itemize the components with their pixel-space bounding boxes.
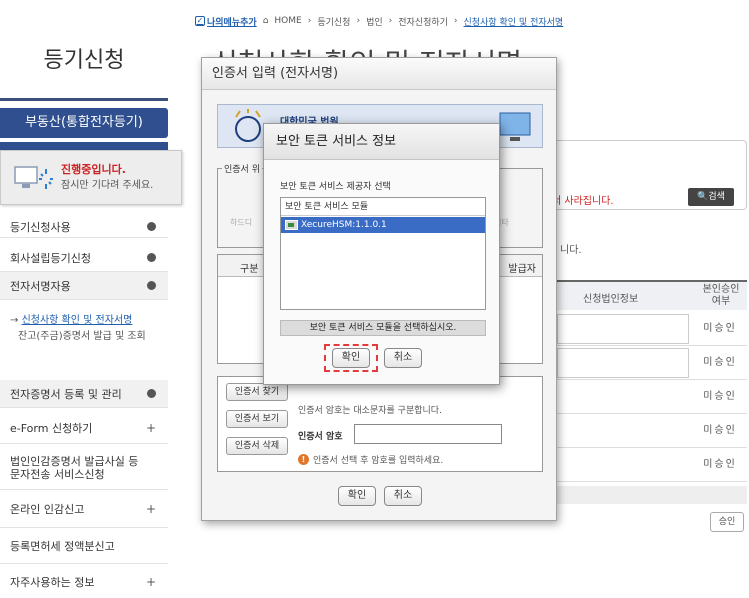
column-header-corp: 신청법인정보: [583, 294, 639, 305]
search-button[interactable]: 🔍검색: [688, 188, 734, 206]
checkbox-icon: ✓: [195, 16, 205, 26]
sidebar-sub-menu: → 신청사항 확인 및 전자서명 잔고(주금)증명서 발급 및 조회: [10, 313, 160, 345]
sidebar-item-sms-service[interactable]: 법인인감증명서 발급사실 등 문자전송 서비스신청: [0, 446, 168, 490]
table-row: 미승인: [555, 448, 747, 482]
chevron-right-icon: ›: [307, 16, 312, 26]
crumb-home[interactable]: HOME: [274, 16, 301, 26]
token-cancel-button[interactable]: 취소: [384, 348, 422, 368]
token-chip-icon: [285, 220, 298, 230]
breadcrumb: ✓ 나의메뉴추가 ⌂ HOME › 등기신청 › 법인 › 전자신청하기 › 신…: [195, 8, 563, 34]
status-badge: 미승인: [703, 425, 737, 436]
column-header-issuer: 발급자: [508, 264, 536, 275]
plus-icon: +: [145, 420, 156, 435]
progress-text: 잠시만 기다려 주세요.: [61, 180, 154, 191]
crumb-registration[interactable]: 등기신청: [317, 15, 350, 28]
password-input[interactable]: [354, 424, 502, 444]
toggle-circle-icon: [147, 281, 156, 290]
sidebar-item-company-establish[interactable]: 회사설립등기신청: [0, 244, 168, 272]
notice-text: 서 사라집니다.: [552, 196, 614, 207]
status-badge: 미승인: [703, 459, 737, 470]
certificate-action-group: 인증서 찾기 인증서 보기 인증서 삭제 인증서 암호는 대소문자를 구분합니다…: [217, 376, 543, 472]
crumb-corporation[interactable]: 법인: [366, 15, 383, 28]
view-certificate-button[interactable]: 인증서 보기: [226, 410, 288, 428]
sidebar-item-e-signer[interactable]: 전자서명자용: [0, 272, 168, 300]
status-badge: 미승인: [703, 357, 737, 368]
table-footer: [555, 486, 747, 504]
sidebar-sub-item-confirm[interactable]: → 신청사항 확인 및 전자서명: [10, 313, 160, 329]
token-module-list[interactable]: 보안 토큰 서비스 모듈 XecureHSM:1.1.0.1: [280, 197, 486, 310]
delete-certificate-button[interactable]: 인증서 삭제: [226, 437, 288, 455]
list-item[interactable]: XecureHSM:1.1.0.1: [281, 217, 485, 233]
toggle-circle-icon: [147, 222, 156, 231]
chevron-right-icon: ›: [388, 16, 393, 26]
column-header-approve: 본인승인여부: [702, 284, 740, 307]
realestate-button[interactable]: 부동산(통합전자등기): [0, 108, 168, 138]
crumb-current: 신청사항 확인 및 전자서명: [463, 17, 564, 28]
certificate-location-legend: 인증서 위: [222, 162, 262, 175]
sidebar-title: 등기신청: [43, 48, 125, 73]
cert-ok-button[interactable]: 확인: [338, 486, 376, 506]
table-row: 미승인: [555, 312, 747, 346]
status-badge: 미승인: [703, 323, 737, 334]
plus-icon: +: [145, 575, 156, 589]
warning-icon: !: [298, 454, 309, 465]
approve-button[interactable]: 승인: [710, 512, 744, 532]
status-badge: 미승인: [703, 391, 737, 402]
password-hint: 인증서 암호는 대소문자를 구분합니다.: [298, 406, 442, 416]
location-harddisk-label[interactable]: 하드디: [230, 217, 252, 228]
table-row: 미승인: [555, 414, 747, 448]
my-menu-add-link[interactable]: ✓ 나의메뉴추가: [195, 15, 257, 28]
sidebar-item-usage[interactable]: 등기신청사용: [0, 216, 168, 238]
table-header: 신청법인정보 본인승인여부: [555, 280, 747, 310]
column-header-type: 구분: [240, 264, 259, 275]
home-icon: ⌂: [262, 16, 269, 26]
token-status-message: 보안 토큰 서비스 모듈을 선택하십시오.: [280, 320, 486, 336]
security-token-dialog-title: 보안 토큰 서비스 정보: [264, 124, 499, 160]
sidebar-sub-item-balance[interactable]: 잔고(주금)증명서 발급 및 조회: [10, 329, 160, 345]
progress-notice: 진행중입니다. 잠시만 기다려 주세요.: [0, 150, 182, 205]
sidebar-item-eform[interactable]: e-Form 신청하기 +: [0, 412, 168, 444]
chevron-right-icon: ›: [356, 16, 361, 26]
chevron-right-icon: ›: [453, 16, 458, 26]
sidebar-item-license-tax[interactable]: 등록면허세 정액분신고: [0, 528, 168, 564]
toggle-circle-icon: [147, 253, 156, 262]
search-icon: 🔍: [697, 192, 709, 202]
sidebar-item-e-certificate[interactable]: 전자증명서 등록 및 관리: [0, 380, 168, 408]
corp-info-cell: [557, 348, 689, 378]
sidebar-item-frequent-info[interactable]: 자주사용하는 정보 +: [0, 566, 168, 598]
token-module-list-header: 보안 토큰 서비스 모듈: [281, 198, 485, 216]
certificate-dialog-title: 인증서 입력 (전자서명): [202, 58, 556, 90]
cert-cancel-button[interactable]: 취소: [384, 486, 422, 506]
password-warning: ! 인증서 선택 후 암호를 입력하세요.: [298, 453, 443, 466]
sidebar-item-online-seal[interactable]: 온라인 인감신고 +: [0, 490, 168, 528]
computer-icon: [499, 112, 531, 141]
find-certificate-button[interactable]: 인증서 찾기: [226, 383, 288, 401]
security-token-dialog: 보안 토큰 서비스 정보 보안 토큰 서비스 제공자 선택 보안 토큰 서비스 …: [263, 123, 500, 385]
plus-icon: +: [145, 501, 156, 516]
corp-info-cell: [557, 314, 689, 344]
info-text: 니다.: [560, 245, 582, 256]
toggle-circle-icon: [147, 389, 156, 398]
token-provider-label: 보안 토큰 서비스 제공자 선택: [280, 182, 391, 192]
computer-loading-icon: [14, 166, 53, 189]
table-row: 미승인: [555, 380, 747, 414]
password-label: 인증서 암호: [298, 432, 343, 442]
token-ok-button[interactable]: 확인: [332, 348, 370, 368]
crumb-e-apply[interactable]: 전자신청하기: [398, 15, 448, 28]
progress-title: 진행중입니다.: [61, 163, 126, 176]
sidebar-divider: [0, 98, 168, 101]
table-row: 미승인: [555, 346, 747, 380]
